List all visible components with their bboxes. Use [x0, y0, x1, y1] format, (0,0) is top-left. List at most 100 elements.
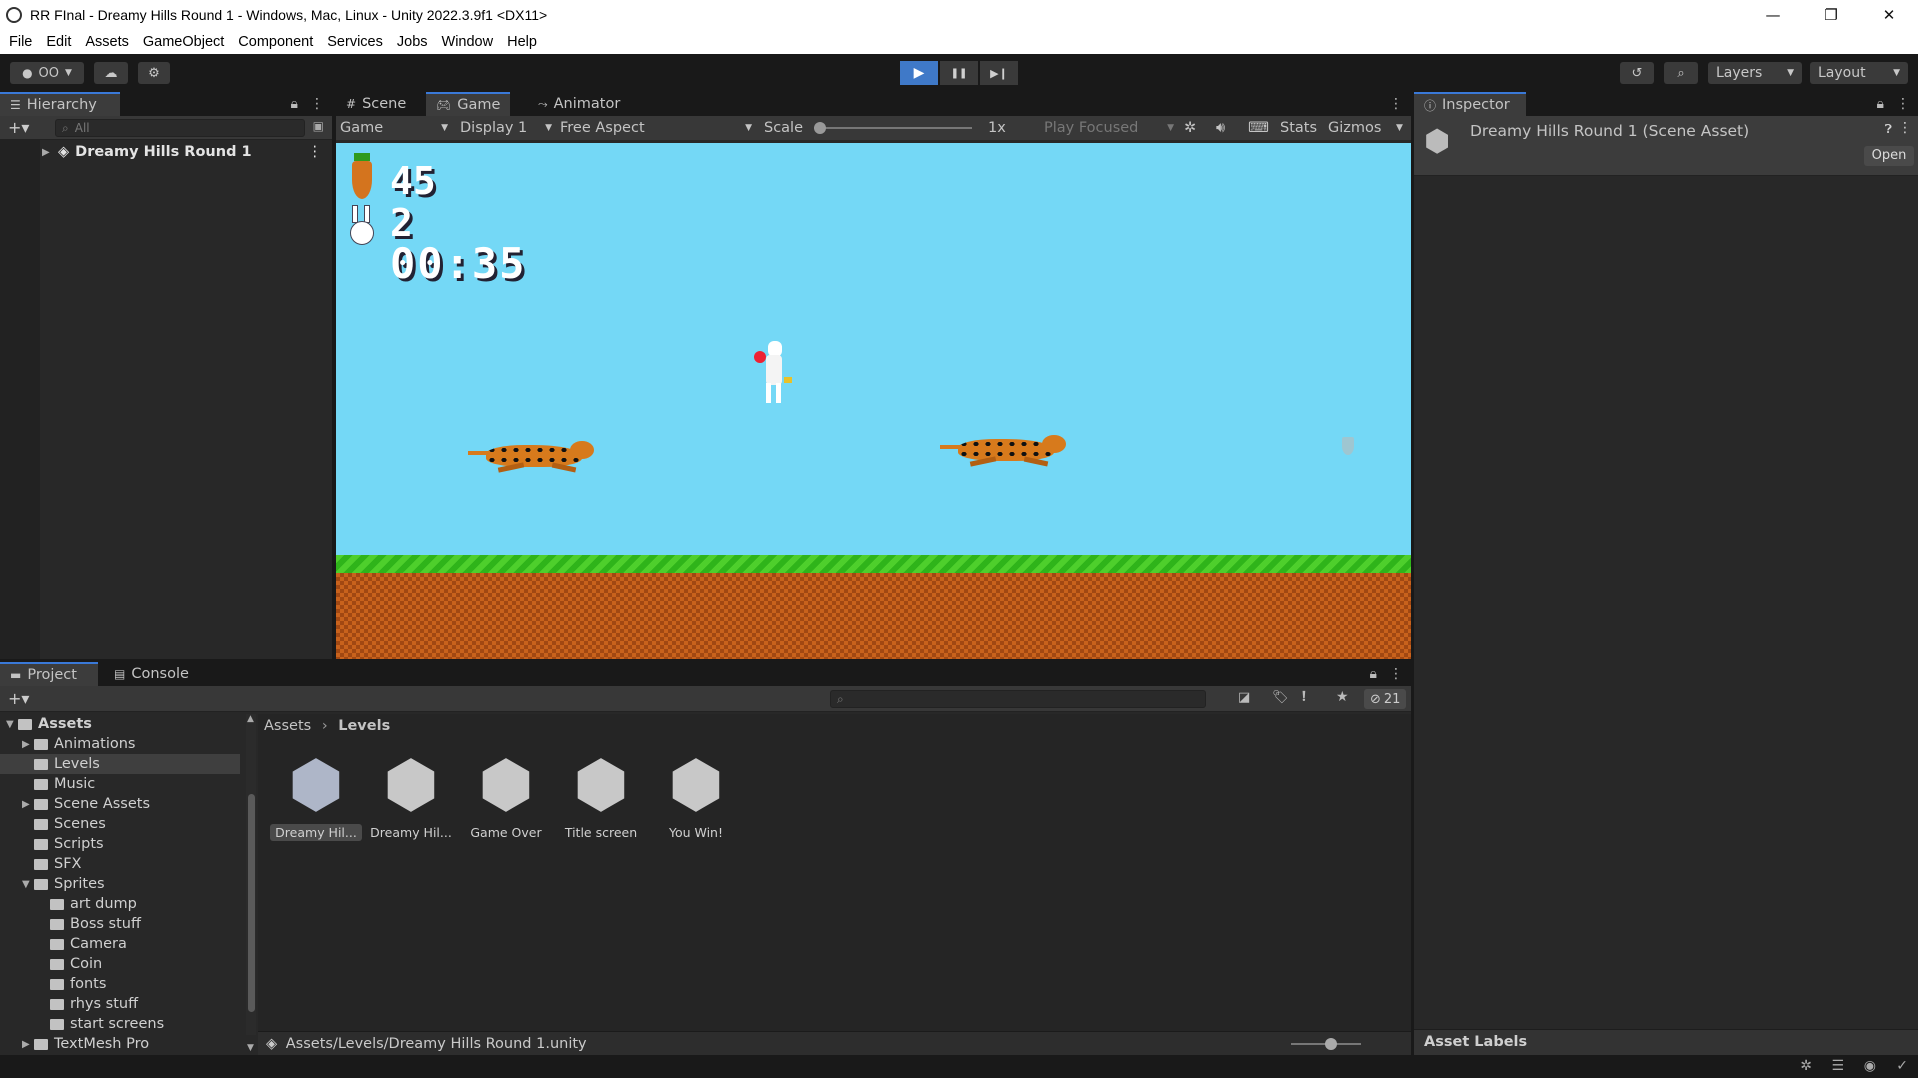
debug-icon[interactable]: ✲: [1800, 1058, 1812, 1074]
layout-dropdown[interactable]: Layout ▼: [1810, 62, 1908, 84]
layers-icon[interactable]: ☰: [1831, 1058, 1844, 1074]
menu-services[interactable]: Services: [327, 34, 383, 50]
folder-tree-item[interactable]: Levels: [0, 754, 240, 774]
scene-asset-tile[interactable]: ⬢ Dreamy Hil...: [367, 750, 455, 850]
menu-edit[interactable]: Edit: [46, 34, 71, 50]
folder-tree-item[interactable]: SFX: [0, 854, 240, 874]
play-button[interactable]: ▶: [900, 61, 938, 85]
lock-icon[interactable]: 🔒︎: [291, 96, 298, 112]
hierarchy-search-input[interactable]: ⌕ All: [55, 119, 305, 137]
network-icon[interactable]: ◉: [1864, 1058, 1876, 1074]
more-icon[interactable]: ⋮: [1389, 666, 1403, 682]
scale-slider-thumb[interactable]: [814, 122, 826, 134]
folder-tree-item[interactable]: Boss stuff: [0, 914, 240, 934]
stats-button[interactable]: Stats: [1280, 116, 1317, 140]
gizmos-button[interactable]: Gizmos: [1328, 116, 1381, 140]
folder-tree-item[interactable]: Music: [0, 774, 240, 794]
expand-arrow-icon[interactable]: ▼: [22, 879, 34, 890]
add-icon[interactable]: +▾: [8, 118, 29, 137]
menu-component[interactable]: Component: [238, 34, 313, 50]
scene-visibility-icon[interactable]: ▣: [313, 119, 324, 133]
expand-arrow-icon[interactable]: ▶: [42, 147, 58, 158]
asset-labels-bar[interactable]: Asset Labels: [1414, 1029, 1918, 1055]
more-icon[interactable]: ⋮: [308, 144, 323, 160]
step-button[interactable]: ▶❙: [980, 61, 1018, 85]
close-button[interactable]: ✕: [1860, 0, 1918, 29]
cloud-button[interactable]: ☁: [94, 62, 128, 84]
game-viewport[interactable]: 45 2 00:35: [336, 143, 1411, 659]
more-icon[interactable]: ⋮: [1389, 96, 1403, 112]
scene-asset-tile[interactable]: ⬢ You Win!: [652, 750, 740, 850]
play-focused-dropdown[interactable]: Play Focused ▼: [1044, 116, 1174, 140]
expand-arrow-icon[interactable]: ▶: [22, 739, 34, 750]
more-icon[interactable]: ⋮: [310, 96, 324, 112]
search-by-type-icon[interactable]: ◪: [1238, 690, 1250, 705]
project-search-input[interactable]: ⌕: [830, 690, 1206, 708]
tab-game[interactable]: 🎮︎ Game: [426, 92, 511, 116]
folder-tree-item[interactable]: ▼ Assets: [0, 714, 240, 734]
menu-help[interactable]: Help: [507, 34, 537, 50]
search-button[interactable]: ⌕: [1664, 62, 1698, 84]
folder-tree-item[interactable]: start screens: [0, 1014, 240, 1034]
menu-file[interactable]: File: [9, 34, 32, 50]
mute-audio-icon[interactable]: 🔊︎: [1216, 116, 1225, 140]
folder-tree-item[interactable]: ▼ Sprites: [0, 874, 240, 894]
icon-size-slider-thumb[interactable]: [1325, 1038, 1337, 1050]
hierarchy-scene-item[interactable]: ▶ ◈ Dreamy Hills Round 1 ⋮: [0, 142, 332, 162]
folder-tree-item[interactable]: fonts: [0, 974, 240, 994]
lock-icon[interactable]: 🔒︎: [1877, 96, 1884, 112]
menu-gameobject[interactable]: GameObject: [143, 34, 224, 50]
folder-tree-item[interactable]: Camera: [0, 934, 240, 954]
menu-assets[interactable]: Assets: [85, 34, 129, 50]
add-icon[interactable]: +▾: [8, 689, 29, 708]
more-icon[interactable]: ⋮: [1898, 120, 1912, 136]
expand-arrow-icon[interactable]: ▼: [6, 719, 18, 730]
scene-asset-tile[interactable]: ⬢ Title screen: [557, 750, 645, 850]
breadcrumb-levels[interactable]: Levels: [338, 718, 390, 734]
layers-dropdown[interactable]: Layers ▼: [1708, 62, 1802, 84]
open-button[interactable]: Open: [1864, 146, 1914, 166]
menu-window[interactable]: Window: [442, 34, 494, 50]
collab-button[interactable]: ⚙: [138, 62, 170, 84]
lock-icon[interactable]: 🔒︎: [1370, 666, 1377, 682]
check-icon[interactable]: ✓: [1896, 1058, 1908, 1074]
tab-project[interactable]: ▬ Project: [0, 662, 98, 686]
chevron-down-icon[interactable]: ▼: [1396, 116, 1403, 140]
folder-tree-item[interactable]: art dump: [0, 894, 240, 914]
folder-tree-item[interactable]: rhys stuff: [0, 994, 240, 1014]
scroll-up-icon[interactable]: ▲: [247, 714, 254, 724]
icon-size-slider[interactable]: [1291, 1038, 1361, 1050]
log-filter-icon[interactable]: ❗︎: [1302, 689, 1306, 705]
more-icon[interactable]: ⋮: [1896, 96, 1910, 112]
tab-animator[interactable]: ⤳ Animator: [528, 92, 630, 116]
breadcrumb-assets[interactable]: Assets: [264, 718, 311, 734]
folder-tree-item[interactable]: ▶ TextMesh Pro: [0, 1034, 240, 1054]
minimize-button[interactable]: —: [1744, 0, 1802, 29]
game-mode-dropdown[interactable]: Game ▼: [340, 116, 448, 140]
tab-inspector[interactable]: ⓘ Inspector: [1414, 92, 1526, 116]
search-by-label-icon[interactable]: 🏷︎: [1272, 690, 1289, 705]
help-icon[interactable]: ❓︎: [1885, 122, 1892, 137]
favorites-icon[interactable]: ★: [1336, 689, 1349, 705]
scrollbar-thumb[interactable]: [248, 794, 255, 1012]
account-dropdown[interactable]: ● OO ▼: [10, 62, 84, 84]
folder-tree-item[interactable]: Scenes: [0, 814, 240, 834]
bug-icon[interactable]: ✲: [1184, 116, 1196, 140]
expand-arrow-icon[interactable]: ▶: [22, 799, 34, 810]
pause-button[interactable]: ❚❚: [940, 61, 978, 85]
aspect-dropdown[interactable]: Free Aspect ▼: [560, 116, 752, 140]
history-button[interactable]: ↺: [1620, 62, 1654, 84]
folder-tree-item[interactable]: ▶ Scene Assets: [0, 794, 240, 814]
tab-console[interactable]: ▤ Console: [104, 662, 199, 686]
expand-arrow-icon[interactable]: ▶: [22, 1039, 34, 1050]
keyboard-icon[interactable]: ⌨: [1248, 116, 1269, 140]
folder-tree-item[interactable]: Scripts: [0, 834, 240, 854]
tab-scene[interactable]: # Scene: [336, 92, 416, 116]
folder-tree-item[interactable]: Coin: [0, 954, 240, 974]
scale-slider[interactable]: [814, 116, 972, 140]
folder-tree-scrollbar[interactable]: ▲ ▼: [246, 714, 256, 1053]
display-dropdown[interactable]: Display 1 ▼: [460, 116, 552, 140]
scene-asset-tile[interactable]: ⬢ Game Over: [462, 750, 550, 850]
scene-asset-tile[interactable]: ⬢ Dreamy Hil...: [270, 750, 362, 850]
scroll-down-icon[interactable]: ▼: [247, 1043, 254, 1053]
